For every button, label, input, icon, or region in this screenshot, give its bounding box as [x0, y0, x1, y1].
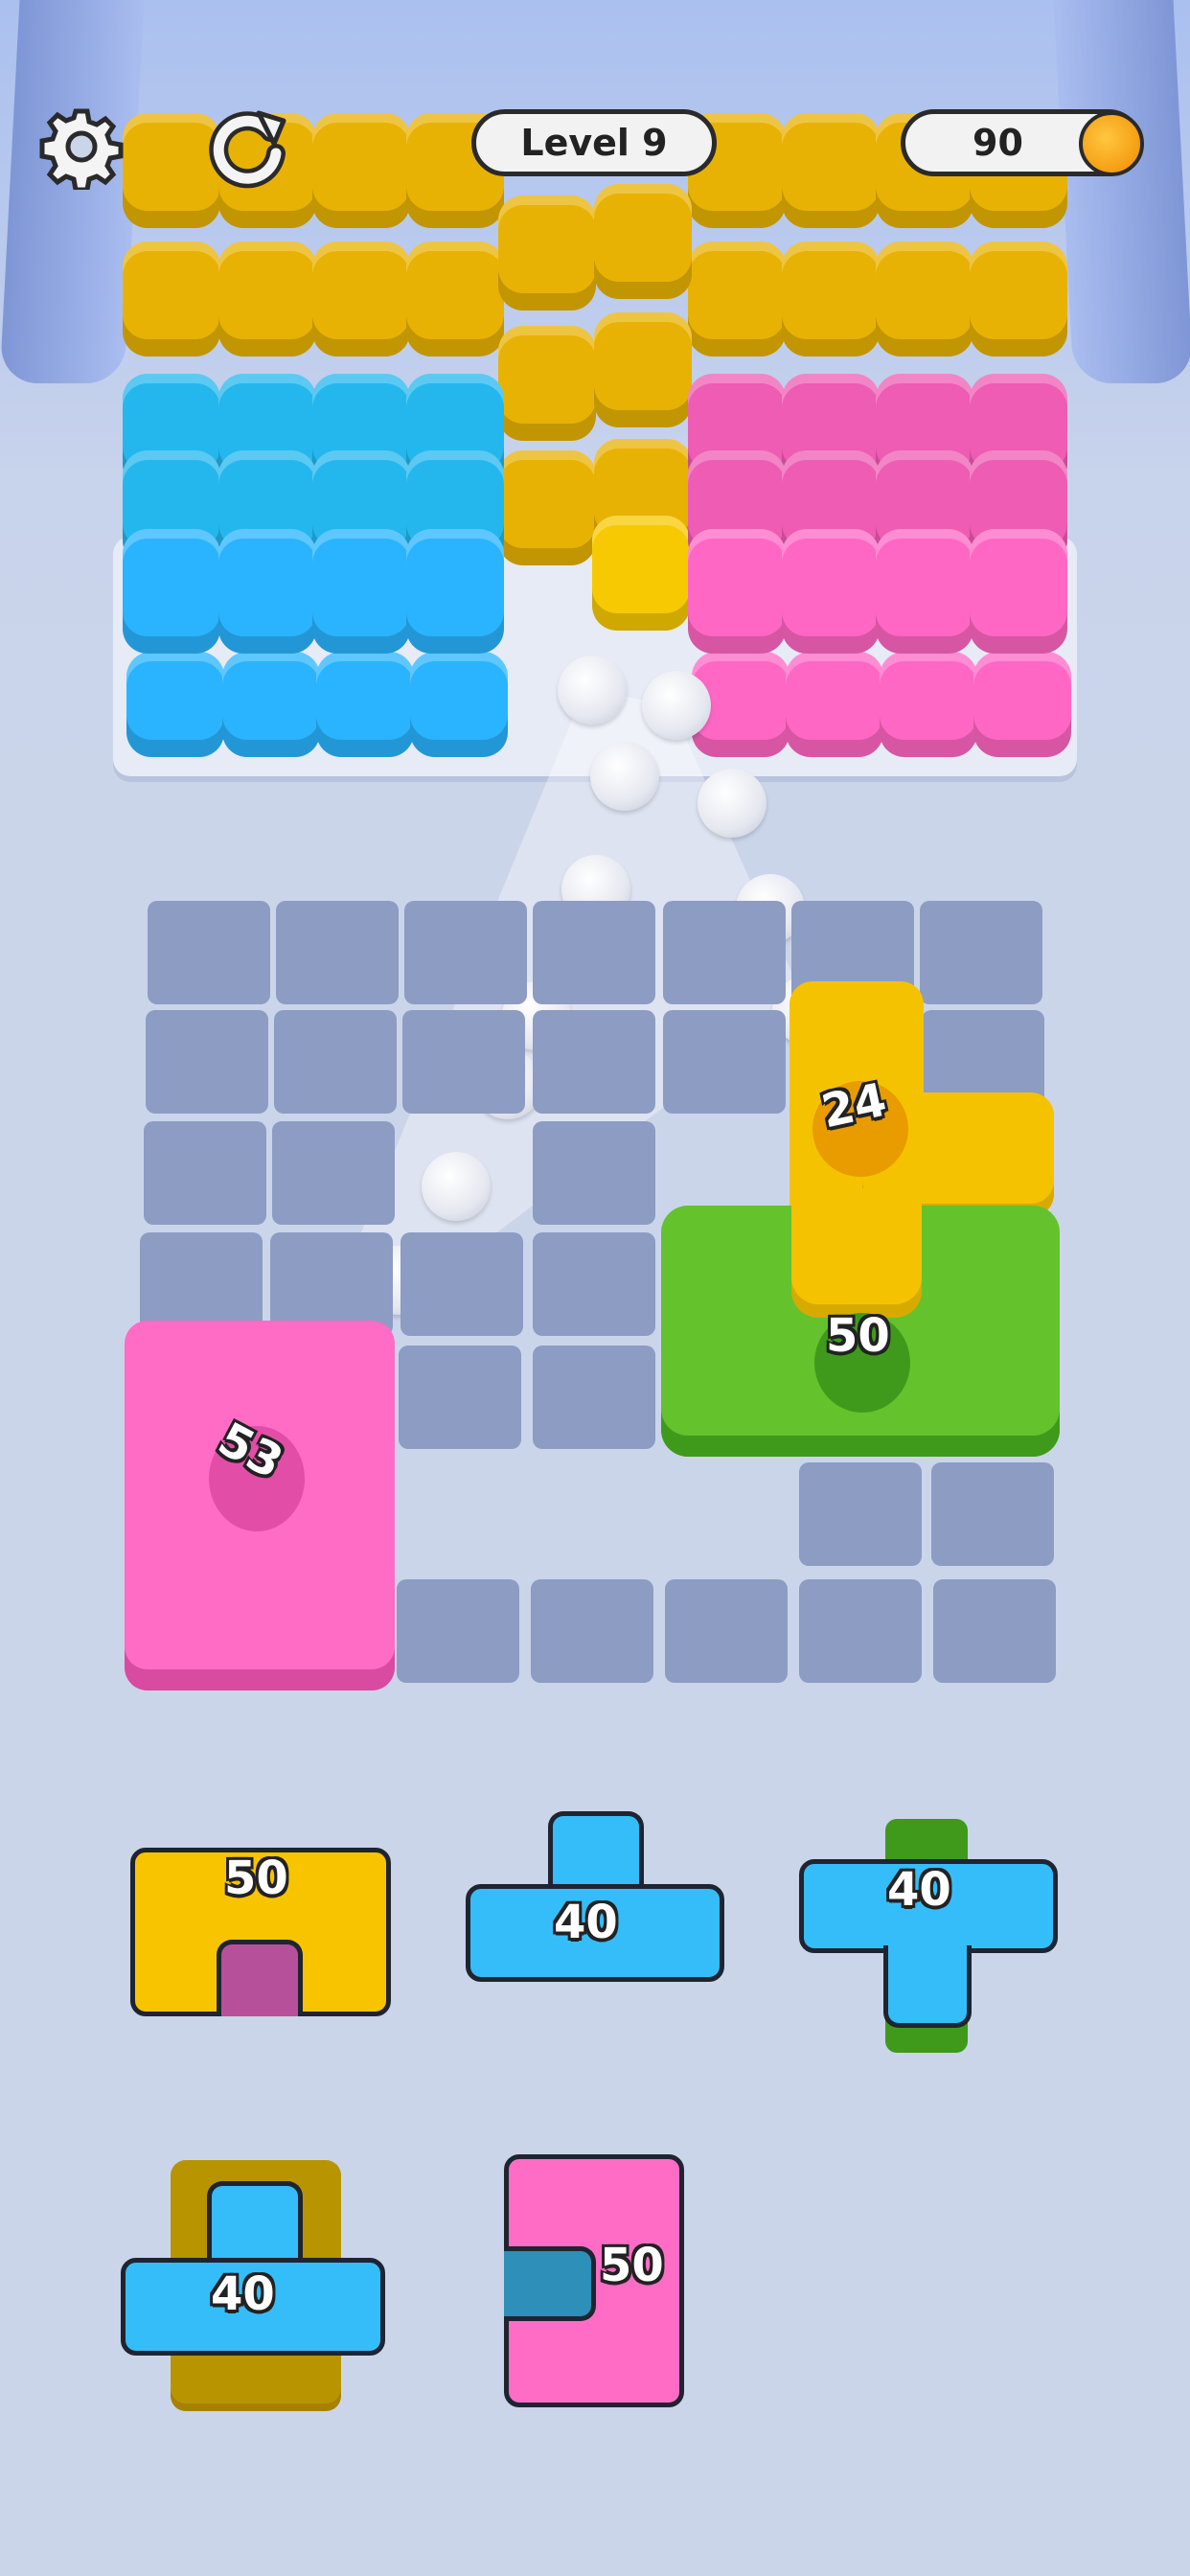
- tray-piece-blue-plus-bottom: [883, 1945, 972, 2028]
- ball: [364, 1246, 433, 1315]
- tray-piece-yellow-notch: [217, 1940, 303, 2016]
- grid-cell[interactable]: [933, 1579, 1056, 1683]
- ball: [698, 769, 767, 838]
- grid-cell[interactable]: [799, 1579, 922, 1683]
- ball: [561, 855, 630, 924]
- tray-piece-yellow-count: 50: [224, 1852, 288, 1905]
- tray-piece-blue-t-count: 40: [554, 1896, 618, 1949]
- tray-piece-pink-notch: [504, 2246, 596, 2321]
- ball: [642, 671, 711, 740]
- ball: [422, 1152, 491, 1221]
- grid-cell[interactable]: [531, 1579, 653, 1683]
- ball: [590, 742, 659, 811]
- grid-cell[interactable]: [931, 1462, 1054, 1566]
- grid-cell[interactable]: [799, 1462, 922, 1566]
- grid-cell[interactable]: [665, 1579, 788, 1683]
- board-piece-yellow-bottom: [791, 1188, 922, 1318]
- ball: [736, 874, 805, 943]
- tray-piece-pink-count: 50: [600, 2239, 664, 2292]
- board-piece-green-count: 50: [826, 1309, 890, 1363]
- tray-piece-blue-t2-count: 40: [211, 2267, 275, 2321]
- tray-piece-blue-t2-top: [207, 2181, 303, 2267]
- tray-piece-blue-plus-count: 40: [887, 1863, 951, 1917]
- ball: [502, 981, 571, 1050]
- grid-cell[interactable]: [397, 1579, 519, 1683]
- ball: [558, 656, 627, 724]
- ball: [473, 1050, 542, 1119]
